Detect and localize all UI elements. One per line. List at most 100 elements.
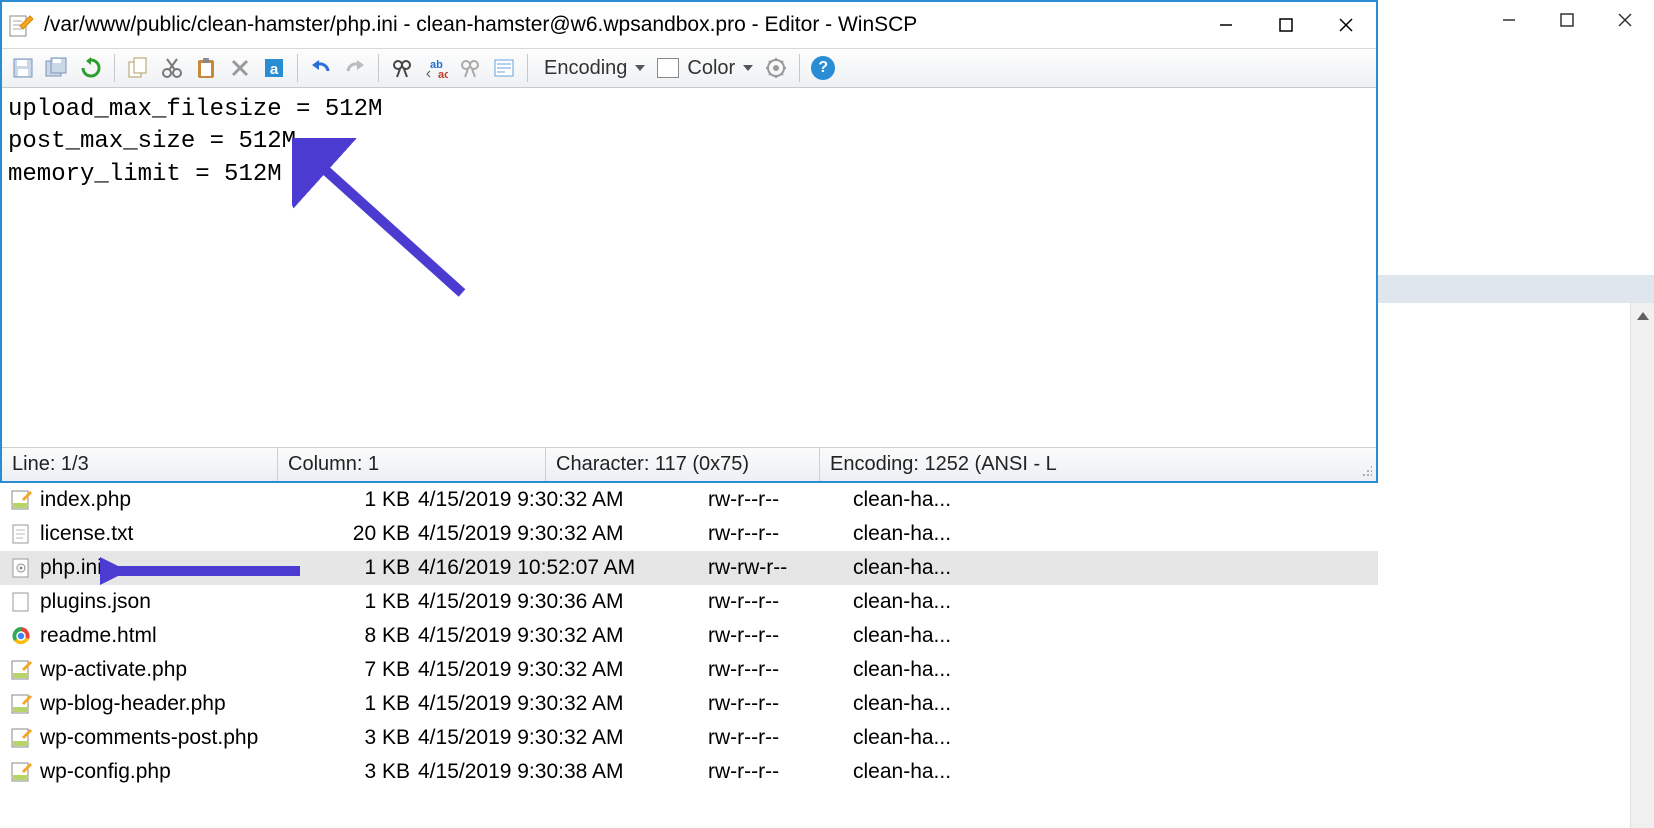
undo-button[interactable] — [306, 53, 336, 83]
find-next-button[interactable] — [455, 53, 485, 83]
file-row[interactable]: readme.html8 KB4/15/2019 9:30:32 AMrw-r-… — [0, 619, 1378, 653]
file-changed: 4/15/2019 9:30:32 AM — [418, 692, 708, 716]
bg-scrollbar[interactable] — [1630, 303, 1654, 828]
file-row[interactable]: wp-comments-post.php3 KB4/15/2019 9:30:3… — [0, 721, 1378, 755]
editor-textarea[interactable]: upload_max_filesize = 512M post_max_size… — [2, 88, 1376, 447]
file-rights: rw-r--r-- — [708, 522, 853, 546]
file-changed: 4/15/2019 9:30:36 AM — [418, 590, 708, 614]
file-name: index.php — [40, 488, 300, 512]
bg-maximize-button[interactable] — [1538, 0, 1596, 40]
file-icon — [8, 625, 34, 647]
app-icon — [8, 12, 34, 38]
file-row[interactable]: php.ini1 KB4/16/2019 10:52:07 AMrw-rw-r-… — [0, 551, 1378, 585]
copy-button[interactable] — [123, 53, 153, 83]
file-list[interactable]: index.php1 KB4/15/2019 9:30:32 AMrw-r--r… — [0, 483, 1378, 789]
file-changed: 4/15/2019 9:30:32 AM — [418, 488, 708, 512]
file-icon — [8, 693, 34, 715]
encoding-dropdown[interactable]: Encoding — [536, 57, 649, 80]
file-name: readme.html — [40, 624, 300, 648]
status-line: Line: 1/3 — [2, 448, 278, 481]
file-owner: clean-ha... — [853, 522, 993, 546]
file-name: wp-comments-post.php — [40, 726, 300, 750]
preferences-button[interactable] — [761, 53, 791, 83]
color-dropdown[interactable]: Color — [653, 57, 757, 80]
file-name: wp-config.php — [40, 760, 300, 784]
file-size: 20 KB — [300, 522, 418, 546]
color-label: Color — [683, 57, 739, 80]
bg-window-controls — [1480, 0, 1654, 48]
goto-button[interactable] — [489, 53, 519, 83]
file-size: 7 KB — [300, 658, 418, 682]
file-rights: rw-r--r-- — [708, 760, 853, 784]
file-changed: 4/15/2019 9:30:32 AM — [418, 658, 708, 682]
editor-minimize-button[interactable] — [1196, 3, 1256, 47]
file-row[interactable]: wp-config.php3 KB4/15/2019 9:30:38 AMrw-… — [0, 755, 1378, 789]
file-size: 1 KB — [300, 556, 418, 580]
file-name: license.txt — [40, 522, 300, 546]
file-row[interactable]: license.txt20 KB4/15/2019 9:30:32 AMrw-r… — [0, 517, 1378, 551]
file-owner: clean-ha... — [853, 488, 993, 512]
scroll-up-icon[interactable] — [1631, 303, 1654, 329]
file-size: 1 KB — [300, 692, 418, 716]
svg-text:a: a — [270, 61, 279, 78]
file-icon — [8, 523, 34, 545]
save-all-button[interactable] — [42, 53, 72, 83]
delete-button[interactable] — [225, 53, 255, 83]
editor-titlebar[interactable]: /var/www/public/clean-hamster/php.ini - … — [2, 2, 1376, 48]
file-row[interactable]: index.php1 KB4/15/2019 9:30:32 AMrw-r--r… — [0, 483, 1378, 517]
file-size: 1 KB — [300, 488, 418, 512]
file-rights: rw-r--r-- — [708, 488, 853, 512]
file-row[interactable]: wp-blog-header.php1 KB4/15/2019 9:30:32 … — [0, 687, 1378, 721]
editor-statusbar: Line: 1/3 Column: 1 Character: 117 (0x75… — [2, 447, 1376, 481]
save-button[interactable] — [8, 53, 38, 83]
chevron-down-icon — [743, 65, 753, 71]
color-swatch — [657, 58, 679, 78]
file-rights: rw-r--r-- — [708, 726, 853, 750]
cut-button[interactable] — [157, 53, 187, 83]
editor-maximize-button[interactable] — [1256, 3, 1316, 47]
file-icon — [8, 557, 34, 579]
file-size: 1 KB — [300, 590, 418, 614]
bg-close-button[interactable] — [1596, 0, 1654, 40]
file-rights: rw-r--r-- — [708, 590, 853, 614]
file-rights: rw-r--r-- — [708, 624, 853, 648]
file-owner: clean-ha... — [853, 658, 993, 682]
editor-title: /var/www/public/clean-hamster/php.ini - … — [44, 13, 1196, 37]
bg-header-strip — [1378, 275, 1654, 303]
file-name: wp-activate.php — [40, 658, 300, 682]
file-name: wp-blog-header.php — [40, 692, 300, 716]
file-name: php.ini — [40, 556, 300, 580]
file-rights: rw-r--r-- — [708, 658, 853, 682]
help-button[interactable]: ? — [808, 53, 838, 83]
file-row[interactable]: plugins.json1 KB4/15/2019 9:30:36 AMrw-r… — [0, 585, 1378, 619]
editor-line: post_max_size = 512M — [8, 126, 1370, 158]
paste-button[interactable] — [191, 53, 221, 83]
select-all-button[interactable]: a — [259, 53, 289, 83]
chevron-down-icon — [635, 65, 645, 71]
editor-line: memory_limit = 512M — [8, 159, 1370, 191]
file-owner: clean-ha... — [853, 760, 993, 784]
file-changed: 4/15/2019 9:30:32 AM — [418, 726, 708, 750]
find-button[interactable] — [387, 53, 417, 83]
help-icon: ? — [811, 56, 835, 80]
reload-button[interactable] — [76, 53, 106, 83]
editor-toolbar: a abac Encoding Color — [2, 48, 1376, 88]
file-size: 3 KB — [300, 726, 418, 750]
resize-grip[interactable] — [1356, 448, 1376, 481]
file-changed: 4/15/2019 9:30:32 AM — [418, 624, 708, 648]
bg-minimize-button[interactable] — [1480, 0, 1538, 40]
redo-button[interactable] — [340, 53, 370, 83]
file-size: 8 KB — [300, 624, 418, 648]
file-owner: clean-ha... — [853, 590, 993, 614]
file-row[interactable]: wp-activate.php7 KB4/15/2019 9:30:32 AMr… — [0, 653, 1378, 687]
svg-text:ac: ac — [438, 69, 448, 79]
file-owner: clean-ha... — [853, 556, 993, 580]
file-name: plugins.json — [40, 590, 300, 614]
file-owner: clean-ha... — [853, 624, 993, 648]
file-icon — [8, 761, 34, 783]
file-owner: clean-ha... — [853, 692, 993, 716]
status-encoding: Encoding: 1252 (ANSI - L — [820, 448, 1356, 481]
file-rights: rw-r--r-- — [708, 692, 853, 716]
replace-button[interactable]: abac — [421, 53, 451, 83]
editor-close-button[interactable] — [1316, 3, 1376, 47]
